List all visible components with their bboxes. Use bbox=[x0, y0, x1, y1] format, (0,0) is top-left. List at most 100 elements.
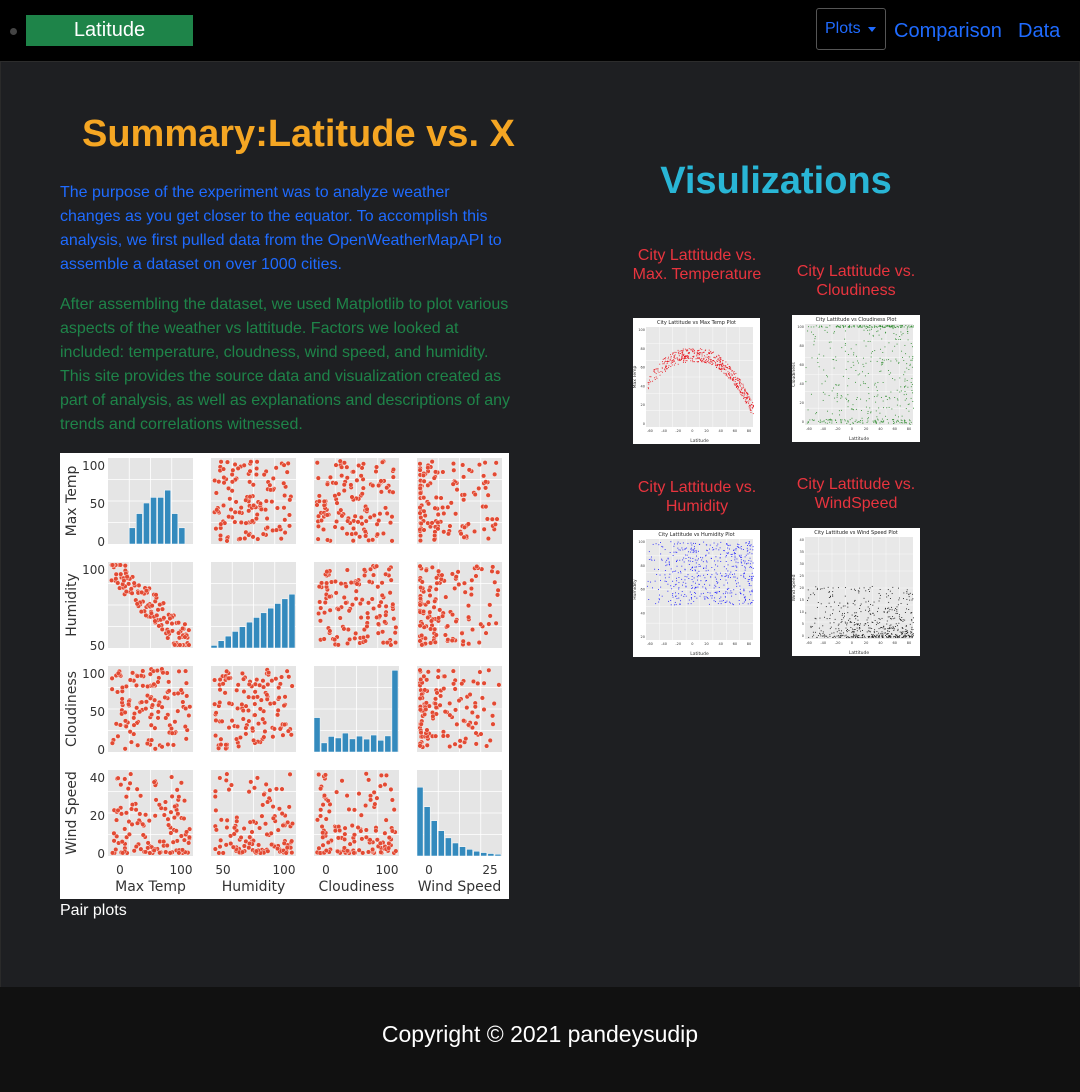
scatter-point bbox=[440, 469, 446, 475]
scatter-point bbox=[246, 532, 252, 538]
data-point bbox=[807, 330, 809, 332]
scatter-point bbox=[232, 461, 238, 467]
data-point bbox=[744, 389, 746, 391]
comparison-link[interactable]: Comparison bbox=[894, 20, 1002, 43]
data-point bbox=[721, 575, 723, 577]
data-point bbox=[717, 365, 719, 367]
data-point bbox=[895, 327, 897, 328]
scatter-point bbox=[232, 519, 238, 525]
data-point bbox=[832, 636, 834, 638]
thumb-chart-title: City Lattitude vs Cloudiness Plot bbox=[816, 317, 897, 323]
data-point bbox=[887, 595, 889, 597]
data-point bbox=[883, 632, 885, 634]
data-point bbox=[808, 597, 810, 599]
data-point bbox=[719, 572, 721, 574]
scatter-point bbox=[216, 479, 222, 485]
scatter-point bbox=[370, 846, 376, 852]
data-point bbox=[720, 363, 722, 365]
thumb-x-tick: -20 bbox=[675, 642, 681, 646]
data-point bbox=[835, 384, 837, 385]
scatter-point bbox=[377, 840, 383, 846]
data-point bbox=[661, 558, 663, 560]
data-point bbox=[682, 348, 684, 350]
data-point bbox=[674, 362, 676, 364]
data-point bbox=[718, 549, 720, 551]
data-point bbox=[694, 351, 696, 353]
plots-dropdown-button[interactable]: Plots bbox=[816, 8, 886, 50]
nav-toggle-icon[interactable] bbox=[10, 28, 17, 35]
scatter-point bbox=[157, 602, 163, 608]
data-point bbox=[859, 625, 861, 627]
scatter-point bbox=[440, 729, 446, 735]
scatter-point bbox=[333, 480, 339, 486]
data-point bbox=[723, 584, 725, 586]
data-point bbox=[873, 326, 875, 328]
scatter-point bbox=[315, 536, 321, 542]
scatter-point bbox=[247, 468, 253, 474]
data-point bbox=[828, 597, 830, 598]
data-point bbox=[750, 404, 752, 406]
scatter-point bbox=[348, 580, 354, 586]
data-point bbox=[850, 588, 852, 590]
data-point bbox=[729, 592, 731, 594]
data-point bbox=[854, 612, 856, 614]
data-point bbox=[899, 325, 901, 327]
scatter-point bbox=[247, 834, 253, 840]
data-point bbox=[873, 632, 875, 634]
data-point bbox=[877, 394, 879, 396]
data-point bbox=[740, 394, 742, 395]
data-point bbox=[750, 544, 752, 546]
data-point bbox=[701, 355, 703, 357]
scatter-point bbox=[264, 696, 270, 702]
scatter-point bbox=[461, 524, 467, 530]
data-point bbox=[734, 553, 736, 555]
data-point bbox=[847, 421, 849, 423]
data-point bbox=[867, 326, 869, 328]
data-point bbox=[740, 559, 742, 561]
thumb-x-tick: -40 bbox=[661, 429, 667, 433]
data-point bbox=[865, 345, 867, 347]
data-point bbox=[875, 624, 877, 626]
scatter-point bbox=[119, 839, 125, 845]
data-point bbox=[894, 345, 896, 347]
data-point bbox=[744, 597, 746, 599]
data-point bbox=[691, 598, 693, 600]
data-point bbox=[902, 627, 904, 629]
data-point bbox=[907, 634, 909, 636]
cloudiness-plot-thumbnail[interactable]: City Lattitude vs Cloudiness Plot -60 -40-… bbox=[791, 315, 920, 442]
data-point bbox=[725, 555, 727, 556]
data-point bbox=[859, 587, 861, 589]
data-point bbox=[718, 355, 720, 357]
data-point bbox=[695, 592, 696, 594]
data-point bbox=[752, 567, 754, 569]
data-link[interactable]: Data bbox=[1018, 20, 1060, 43]
data-point bbox=[693, 361, 695, 363]
max-temp-plot-thumbnail[interactable]: City Lattitude vs Max Temp Plot -60 -40 -20… bbox=[632, 318, 760, 444]
data-point bbox=[874, 635, 875, 637]
scatter-point bbox=[478, 621, 484, 627]
scatter-point bbox=[452, 686, 458, 692]
humidity-plot-thumbnail[interactable]: City Lattitude vs Humidity Plot -60 -40 -20… bbox=[632, 530, 760, 657]
wind-speed-plot-thumbnail[interactable]: City Lattitude vs Wind Speed Plot -60 -40-… bbox=[791, 528, 920, 656]
histogram-bar bbox=[438, 830, 445, 857]
brand-link[interactable]: Latitude bbox=[26, 15, 193, 46]
data-point bbox=[666, 564, 668, 566]
pair-plot-image[interactable]: Max Temp 100 50 0 Humidity 100 50 Cloudiness 100… bbox=[60, 453, 509, 899]
data-point bbox=[851, 621, 853, 623]
data-point bbox=[838, 629, 840, 631]
scatter-point bbox=[417, 695, 423, 701]
scatter-point bbox=[138, 793, 144, 799]
scatter-point bbox=[421, 478, 427, 484]
data-point bbox=[903, 422, 905, 424]
scatter-point bbox=[232, 825, 238, 831]
data-point bbox=[822, 633, 824, 634]
data-point bbox=[912, 325, 914, 327]
data-point bbox=[666, 368, 668, 370]
scatter-point bbox=[436, 568, 442, 574]
data-point bbox=[911, 626, 913, 628]
data-point bbox=[852, 422, 854, 424]
data-point bbox=[866, 631, 868, 633]
thumb-x-tick: -60 bbox=[647, 429, 653, 433]
humidity-plot-title: City Lattitude vs. Humidity bbox=[637, 479, 757, 515]
data-point bbox=[896, 636, 898, 638]
